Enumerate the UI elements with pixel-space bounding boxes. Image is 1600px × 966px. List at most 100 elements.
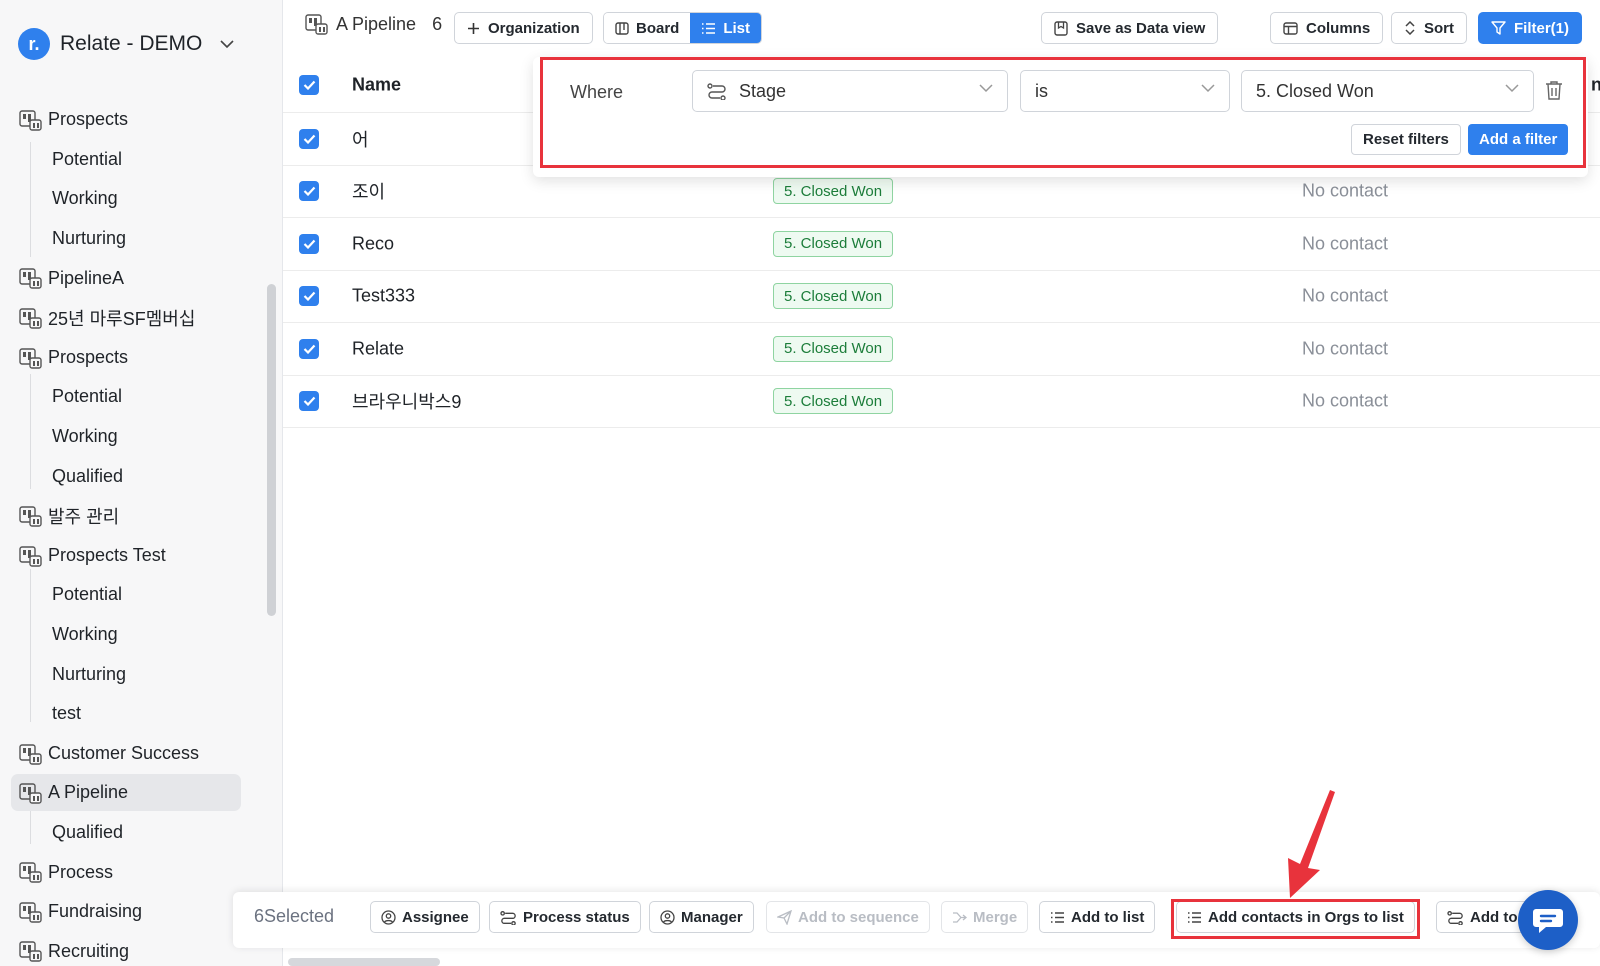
sidebar-item-label: 25년 마루SF멤버십 [48, 308, 196, 329]
contact-cell: No contact [1302, 233, 1389, 254]
filter-label: Filter(1) [1514, 19, 1570, 37]
sidebar-item[interactable]: Working [0, 417, 270, 457]
pipeline-name: A Pipeline [336, 14, 417, 34]
sidebar-item[interactable]: A Pipeline [0, 773, 270, 813]
filter-operator-select[interactable]: is [1020, 70, 1230, 112]
process-icon [707, 83, 726, 100]
funnel-icon [1491, 21, 1506, 35]
top-toolbar: A Pipeline 6 Organization Board List Sav… [283, 0, 1600, 58]
sidebar-item[interactable]: Potential [0, 377, 270, 417]
add-organization-button[interactable]: Organization [454, 12, 593, 44]
table-row[interactable]: Relate 5. Closed Won No contact [283, 323, 1600, 376]
sidebar-item-label: Nurturing [52, 663, 127, 684]
board-view-button[interactable]: Board [604, 13, 691, 43]
list-view-button[interactable]: List [690, 13, 762, 43]
pipeline-icon [19, 308, 42, 329]
columns-icon [1283, 21, 1298, 35]
pipeline-icon [19, 268, 42, 290]
filter-where-label: Where [570, 82, 624, 102]
stage-badge: 5. Closed Won [773, 230, 894, 257]
sidebar-item-label: Recruiting [48, 940, 130, 961]
process-status-button[interactable]: Process status [489, 901, 641, 933]
merge-button[interactable]: Merge [941, 901, 1029, 933]
sidebar-item[interactable]: test [0, 694, 270, 734]
sidebar-item[interactable]: 발주 관리 [0, 496, 270, 536]
row-checkbox[interactable] [299, 128, 319, 149]
table-row[interactable]: 브라우니박스9 5. Closed Won No contact [283, 375, 1600, 428]
sidebar-item[interactable]: Prospects Test [0, 536, 270, 576]
table-row[interactable]: Test333 5. Closed Won No contact [283, 270, 1600, 323]
sidebar-item[interactable]: Prospects [0, 100, 270, 140]
org-name[interactable]: 어 [352, 126, 369, 152]
workspace-switcher[interactable]: r. Relate - DEMO [18, 28, 234, 60]
org-name[interactable]: 브라우니박스9 [352, 388, 461, 414]
filter-value-value: 5. Closed Won [1256, 80, 1374, 101]
sidebar: r. Relate - DEMO Prospects Potential Worki… [0, 0, 283, 966]
pipeline-icon [305, 14, 328, 35]
pipeline-title: A Pipeline 6 [305, 14, 442, 35]
sidebar-item-label: Prospects [48, 109, 129, 130]
row-checkbox[interactable] [299, 233, 319, 254]
contact-cell: No contact [1302, 180, 1389, 201]
add-to-label: Add to [1470, 908, 1518, 926]
sidebar-item[interactable]: Prospects [0, 338, 270, 378]
sidebar-item[interactable]: 25년 마루SF멤버십 [0, 298, 270, 338]
sidebar-item[interactable]: Qualified [0, 456, 270, 496]
column-header-name[interactable]: Name [352, 75, 401, 96]
filter-button[interactable]: Filter(1) [1478, 12, 1583, 44]
sidebar-nav: Prospects Potential Working Nurturing Pipeli… [0, 100, 270, 966]
sidebar-item[interactable]: PipelineA [0, 258, 270, 298]
row-checkbox[interactable] [299, 391, 319, 412]
sidebar-item[interactable]: Working [0, 179, 270, 219]
view-toggle: Board List [603, 12, 763, 44]
select-all-checkbox[interactable] [299, 75, 319, 95]
sidebar-item[interactable]: Fundraising [0, 892, 270, 932]
org-name[interactable]: Reco [352, 233, 394, 254]
manager-button[interactable]: Manager [649, 901, 754, 933]
sort-button[interactable]: Sort [1391, 12, 1467, 44]
sidebar-item-label: Working [52, 188, 118, 209]
sort-label: Sort [1424, 19, 1454, 37]
horizontal-scrollbar[interactable] [288, 958, 440, 966]
assignee-label: Assignee [402, 908, 469, 926]
reset-filters-button[interactable]: Reset filters [1351, 124, 1461, 155]
workspace-name: Relate - DEMO [60, 32, 203, 55]
sidebar-item-label: Process [48, 861, 114, 882]
pipeline-icon [19, 941, 42, 963]
sidebar-item[interactable]: Process [0, 852, 270, 892]
row-checkbox[interactable] [299, 286, 319, 307]
add-filter-button[interactable]: Add a filter [1468, 124, 1569, 155]
trash-icon[interactable] [1545, 80, 1563, 101]
sidebar-item[interactable]: Potential [0, 140, 270, 180]
sidebar-item-label: PipelineA [48, 267, 125, 288]
save-data-view-button[interactable]: Save as Data view [1041, 12, 1219, 44]
filter-field-select[interactable]: Stage [692, 70, 1008, 112]
add-to-list-button[interactable]: Add to list [1039, 901, 1156, 933]
assignee-button[interactable]: Assignee [370, 901, 480, 933]
pipeline-count: 6 [432, 14, 443, 34]
row-checkbox[interactable] [299, 338, 319, 359]
org-name[interactable]: 조이 [352, 178, 385, 204]
sidebar-item[interactable]: Qualified [0, 813, 270, 853]
sidebar-item[interactable]: Recruiting [0, 931, 270, 966]
add-to-sequence-button[interactable]: Add to sequence [766, 901, 930, 933]
row-checkbox[interactable] [299, 181, 319, 202]
sidebar-item[interactable]: Working [0, 615, 270, 655]
columns-button[interactable]: Columns [1270, 12, 1384, 44]
list-view-label: List [723, 19, 751, 37]
sidebar-item[interactable]: Customer Success [0, 734, 270, 774]
workspace-logo: r. [18, 28, 50, 60]
list-icon [702, 22, 716, 34]
selected-count: 6Selected [254, 906, 335, 926]
table-row[interactable]: Reco 5. Closed Won No contact [283, 218, 1600, 271]
chat-support-button[interactable] [1518, 890, 1578, 950]
board-view-label: Board [636, 19, 680, 37]
filter-value-select[interactable]: 5. Closed Won [1241, 70, 1534, 112]
org-name[interactable]: Test333 [352, 286, 415, 307]
sidebar-item-label: Customer Success [48, 742, 200, 763]
sidebar-item[interactable]: Nurturing [0, 219, 270, 259]
sidebar-item[interactable]: Nurturing [0, 654, 270, 694]
sidebar-item[interactable]: Potential [0, 575, 270, 615]
sidebar-scrollbar[interactable] [267, 284, 276, 616]
org-name[interactable]: Relate [352, 338, 404, 359]
